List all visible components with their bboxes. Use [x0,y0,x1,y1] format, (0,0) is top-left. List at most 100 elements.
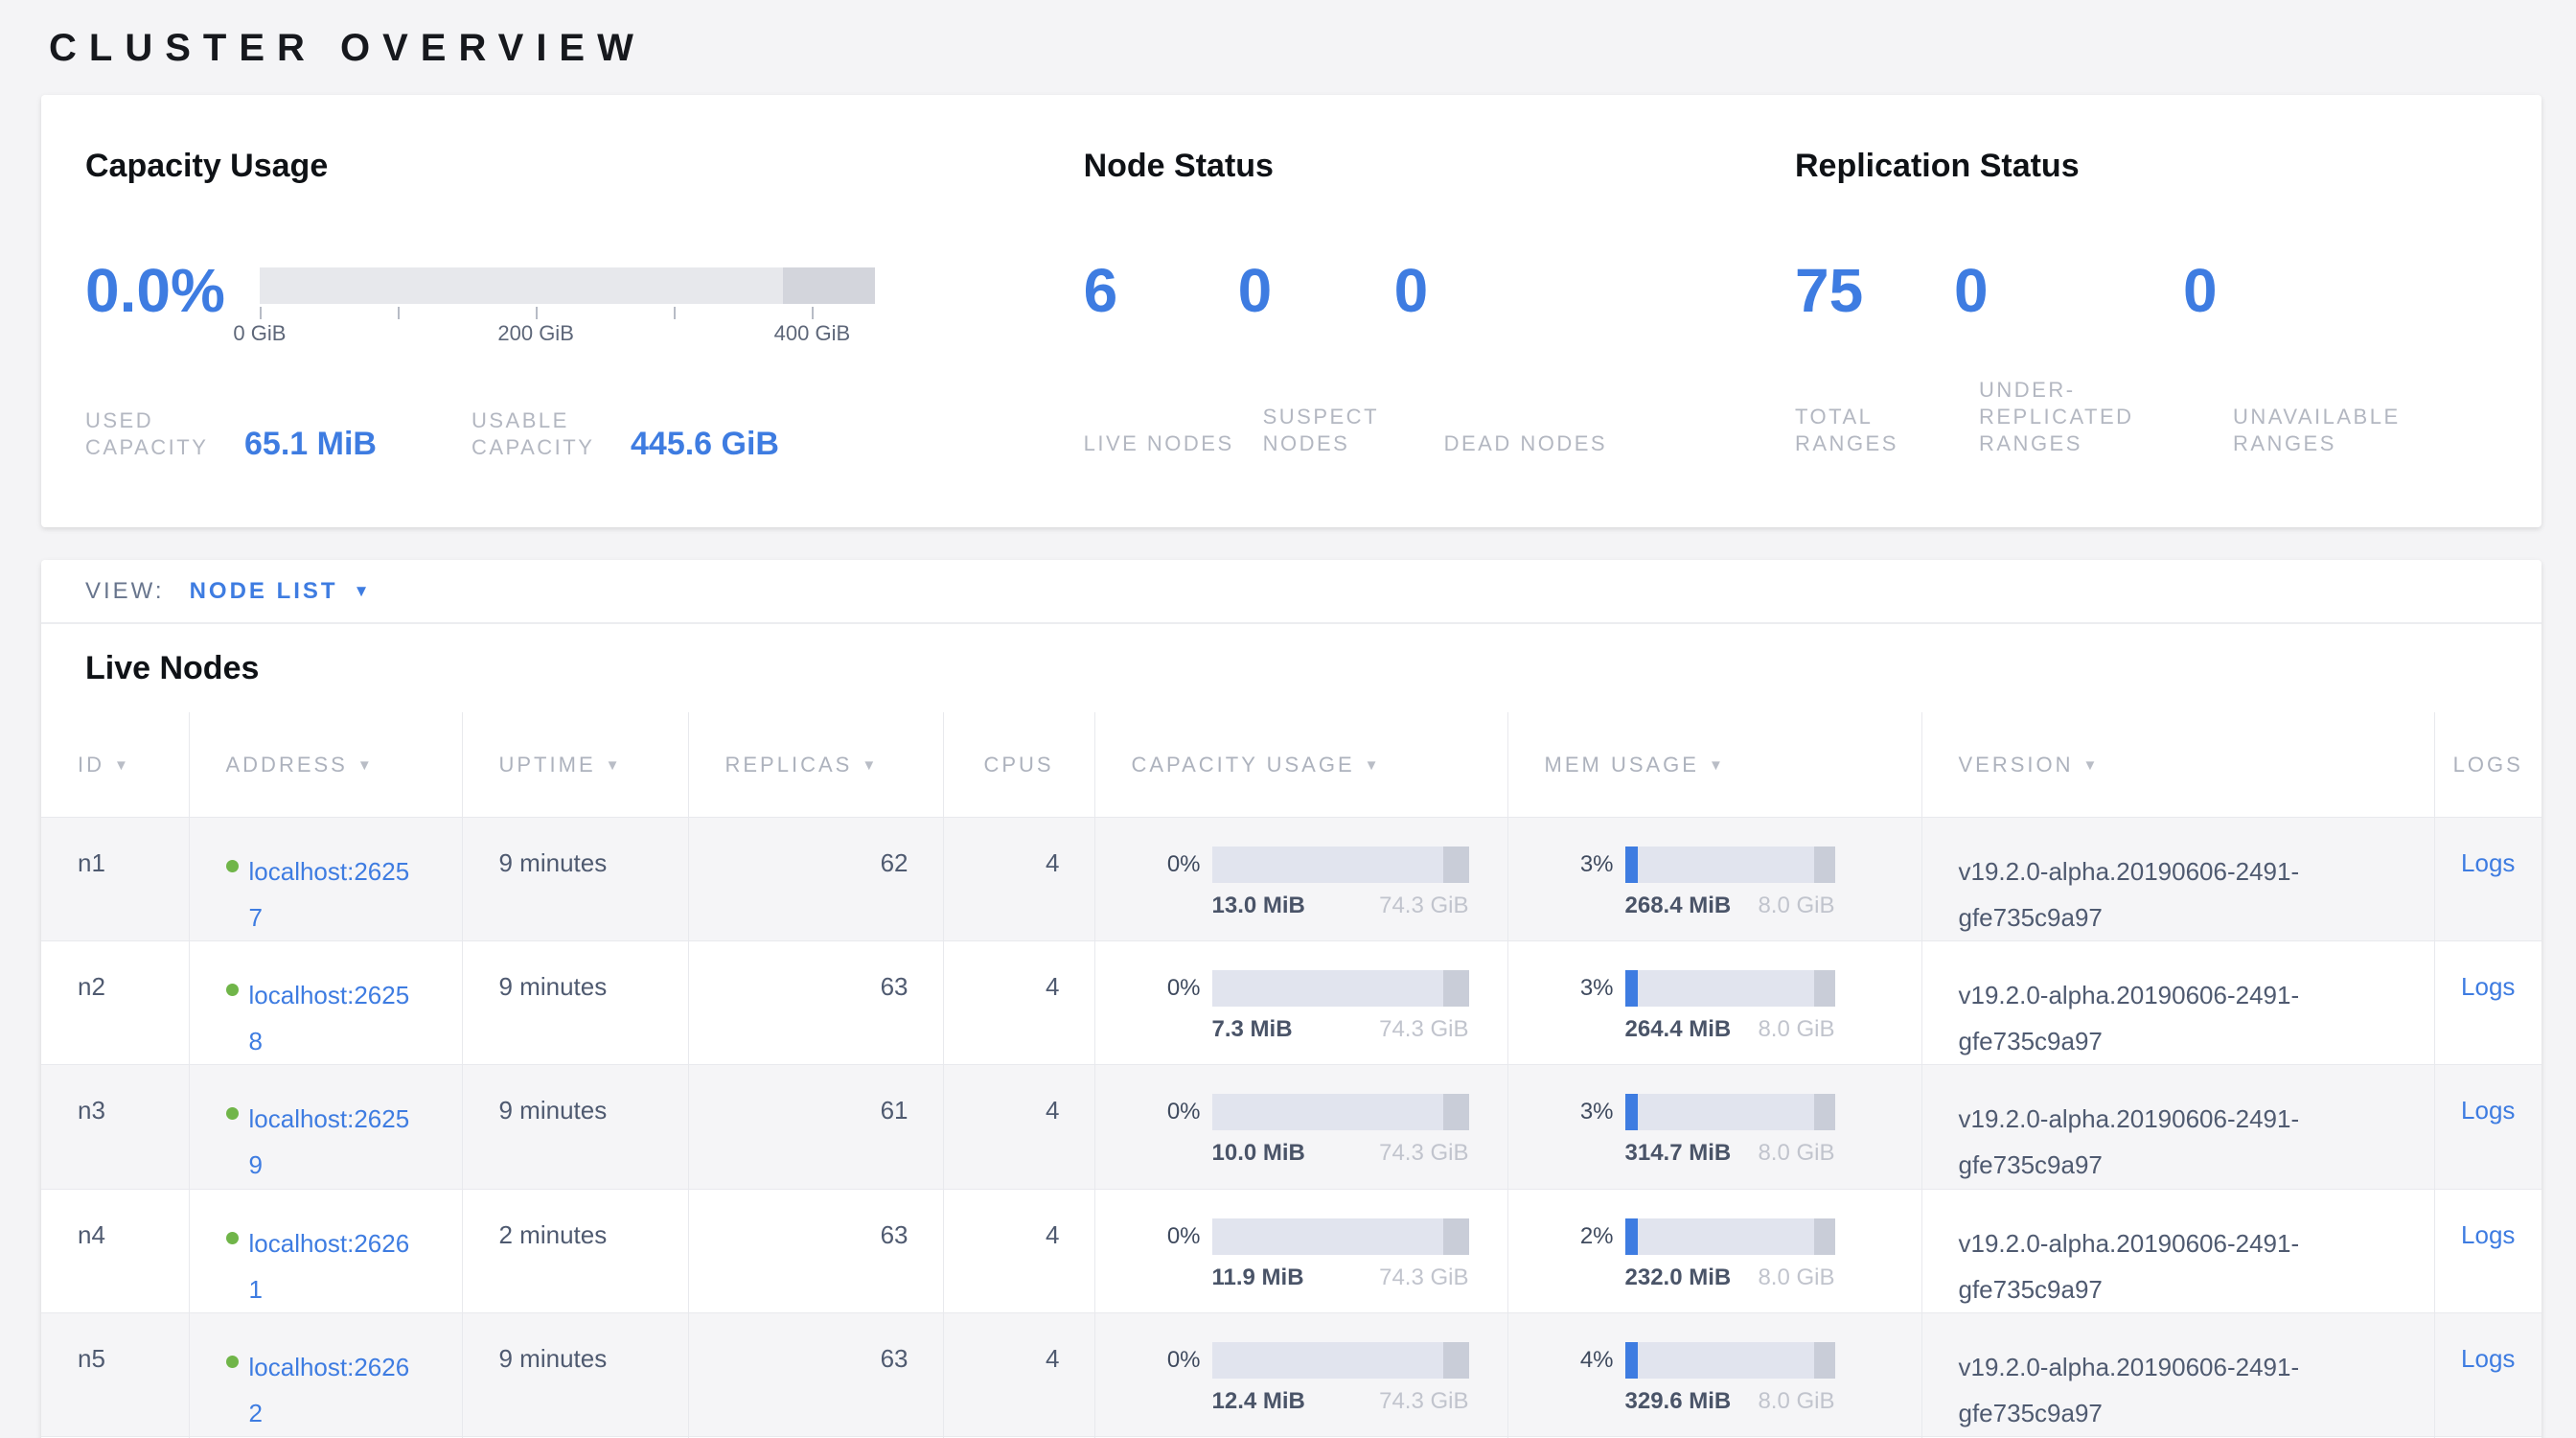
node-address-link[interactable]: localhost:26262 [249,1344,420,1436]
cell-cpus: 4 [943,1312,1094,1436]
view-label: VIEW: [85,578,165,605]
under-replicated-ranges-label: UNDER-REPLICATED RANGES [1979,377,2233,457]
view-bar: VIEW: NODE LIST ▼ [41,560,2542,624]
cell-node-id: n1 [41,818,189,941]
node-status-section: Node Status 6 0 0 LIVE NODES SUSPECT NOD… [1084,147,1795,527]
cell-logs: Logs [2434,818,2542,941]
cell-version: v19.2.0-alpha.20190606-2491-gfe735c9a97 [1921,818,2434,941]
suspect-nodes-label: SUSPECT NODES [1263,404,1444,457]
replication-status-title: Replication Status [1795,147,2497,185]
cell-uptime: 9 minutes [462,1065,688,1189]
live-status-dot-icon [226,1107,239,1120]
cluster-summary-card: Capacity Usage 0.0% 0 GiB [41,95,2542,527]
capacity-reserved-segment [1443,1342,1469,1379]
suspect-nodes-count: 0 [1238,260,1394,321]
mem-used-value: 232.0 MiB [1625,1264,1732,1291]
cell-replicas: 63 [688,1189,943,1312]
mem-fill [1625,1342,1638,1379]
axis-tick-label: 200 GiB [497,321,574,346]
capacity-used-value: 11.9 MiB [1212,1264,1304,1291]
column-header-address[interactable]: ADDRESS▼ [189,712,462,818]
capacity-percent-label: 0% [1153,1218,1201,1255]
axis-tick [398,307,400,319]
node-address-link[interactable]: localhost:26257 [249,848,420,940]
capacity-percent-label: 0% [1153,847,1201,883]
cell-uptime: 9 minutes [462,941,688,1065]
live-nodes-label: LIVE NODES [1084,430,1263,457]
view-selector-dropdown[interactable]: NODE LIST ▼ [190,578,370,605]
mem-percent-label: 2% [1566,1218,1614,1255]
node-address-link[interactable]: localhost:26261 [249,1220,420,1312]
table-row: n5 localhost:26262 9 minutes 63 4 0% 12.… [41,1312,2542,1436]
cell-node-id: n2 [41,941,189,1065]
table-row: n1 localhost:26257 9 minutes 62 4 0% 13.… [41,818,2542,941]
node-address-link[interactable]: localhost:26259 [249,1096,420,1188]
cell-replicas: 63 [688,941,943,1065]
mem-reserved-segment [1814,970,1835,1007]
capacity-reserved-segment [1443,1094,1469,1130]
capacity-usage-bar [1212,970,1469,1007]
logs-link[interactable]: Logs [2461,1220,2515,1249]
column-header-version[interactable]: VERSION▼ [1921,712,2434,818]
unavailable-ranges-label: UNAVAILABLE RANGES [2233,404,2497,457]
cell-mem-usage: 2% 232.0 MiB 8.0 GiB [1507,1189,1921,1312]
capacity-total-value: 74.3 GiB [1379,1388,1468,1415]
logs-link[interactable]: Logs [2461,848,2515,877]
column-header-uptime[interactable]: UPTIME▼ [462,712,688,818]
logs-link[interactable]: Logs [2461,972,2515,1001]
capacity-reserved-segment [1443,970,1469,1007]
logs-link[interactable]: Logs [2461,1096,2515,1125]
cell-uptime: 2 minutes [462,1189,688,1312]
capacity-axis [260,304,875,321]
sort-arrow-icon: ▼ [1709,757,1726,774]
column-header-id[interactable]: ID▼ [41,712,189,818]
capacity-usage-bar [1212,1342,1469,1379]
cell-address: localhost:26259 [189,1065,462,1189]
mem-used-value: 268.4 MiB [1625,893,1732,919]
live-nodes-count: 6 [1084,260,1238,321]
replication-status-section: Replication Status 75 0 0 TOTAL RANGES U… [1795,147,2497,527]
capacity-percent-value: 0.0% [85,260,225,321]
cell-version: v19.2.0-alpha.20190606-2491-gfe735c9a97 [1921,941,2434,1065]
cluster-overview-page: CLUSTER OVERVIEW Capacity Usage 0.0% [0,0,2576,1438]
mem-reserved-segment [1814,1094,1835,1130]
mem-total-value: 8.0 GiB [1758,1140,1834,1167]
dead-nodes-label: DEAD NODES [1444,430,1661,457]
node-address-link[interactable]: localhost:26258 [249,972,420,1064]
logs-link[interactable]: Logs [2461,1344,2515,1373]
cell-address: localhost:26262 [189,1312,462,1436]
mem-used-value: 314.7 MiB [1625,1140,1732,1167]
column-header-mem-usage[interactable]: MEM USAGE▼ [1507,712,1921,818]
view-selected-value: NODE LIST [190,578,338,605]
mem-used-value: 329.6 MiB [1625,1388,1732,1415]
mem-used-value: 264.4 MiB [1625,1016,1732,1043]
cell-capacity-usage: 0% 12.4 MiB 74.3 GiB [1094,1312,1507,1436]
mem-total-value: 8.0 GiB [1758,893,1834,919]
column-header-capacity-usage[interactable]: CAPACITY USAGE▼ [1094,712,1507,818]
column-header-replicas[interactable]: REPLICAS▼ [688,712,943,818]
mem-fill [1625,847,1638,883]
cell-address: localhost:26261 [189,1189,462,1312]
axis-tick [536,307,538,319]
capacity-percent-label: 0% [1153,970,1201,1007]
column-header-cpus: CPUS [943,712,1094,818]
capacity-reserved-segment [1443,847,1469,883]
capacity-total-value: 74.3 GiB [1379,1140,1468,1167]
mem-total-value: 8.0 GiB [1758,1388,1834,1415]
cell-capacity-usage: 0% 7.3 MiB 74.3 GiB [1094,941,1507,1065]
chevron-down-icon: ▼ [354,582,370,601]
table-row: n3 localhost:26259 9 minutes 61 4 0% 10.… [41,1065,2542,1189]
mem-fill [1625,1218,1638,1255]
cell-address: localhost:26258 [189,941,462,1065]
usable-capacity-stat: USABLE CAPACITY 445.6 GiB [472,407,779,461]
unavailable-ranges-count: 0 [2183,260,2423,321]
capacity-bar-track [260,267,875,304]
mem-percent-label: 3% [1566,1094,1614,1130]
mem-percent-label: 3% [1566,847,1614,883]
capacity-usage-bar [1212,847,1469,883]
sort-arrow-icon: ▼ [862,757,879,774]
column-header-logs: LOGS [2434,712,2542,818]
mem-total-value: 8.0 GiB [1758,1264,1834,1291]
total-ranges-label: TOTAL RANGES [1795,404,1979,457]
total-ranges-count: 75 [1795,260,1954,321]
